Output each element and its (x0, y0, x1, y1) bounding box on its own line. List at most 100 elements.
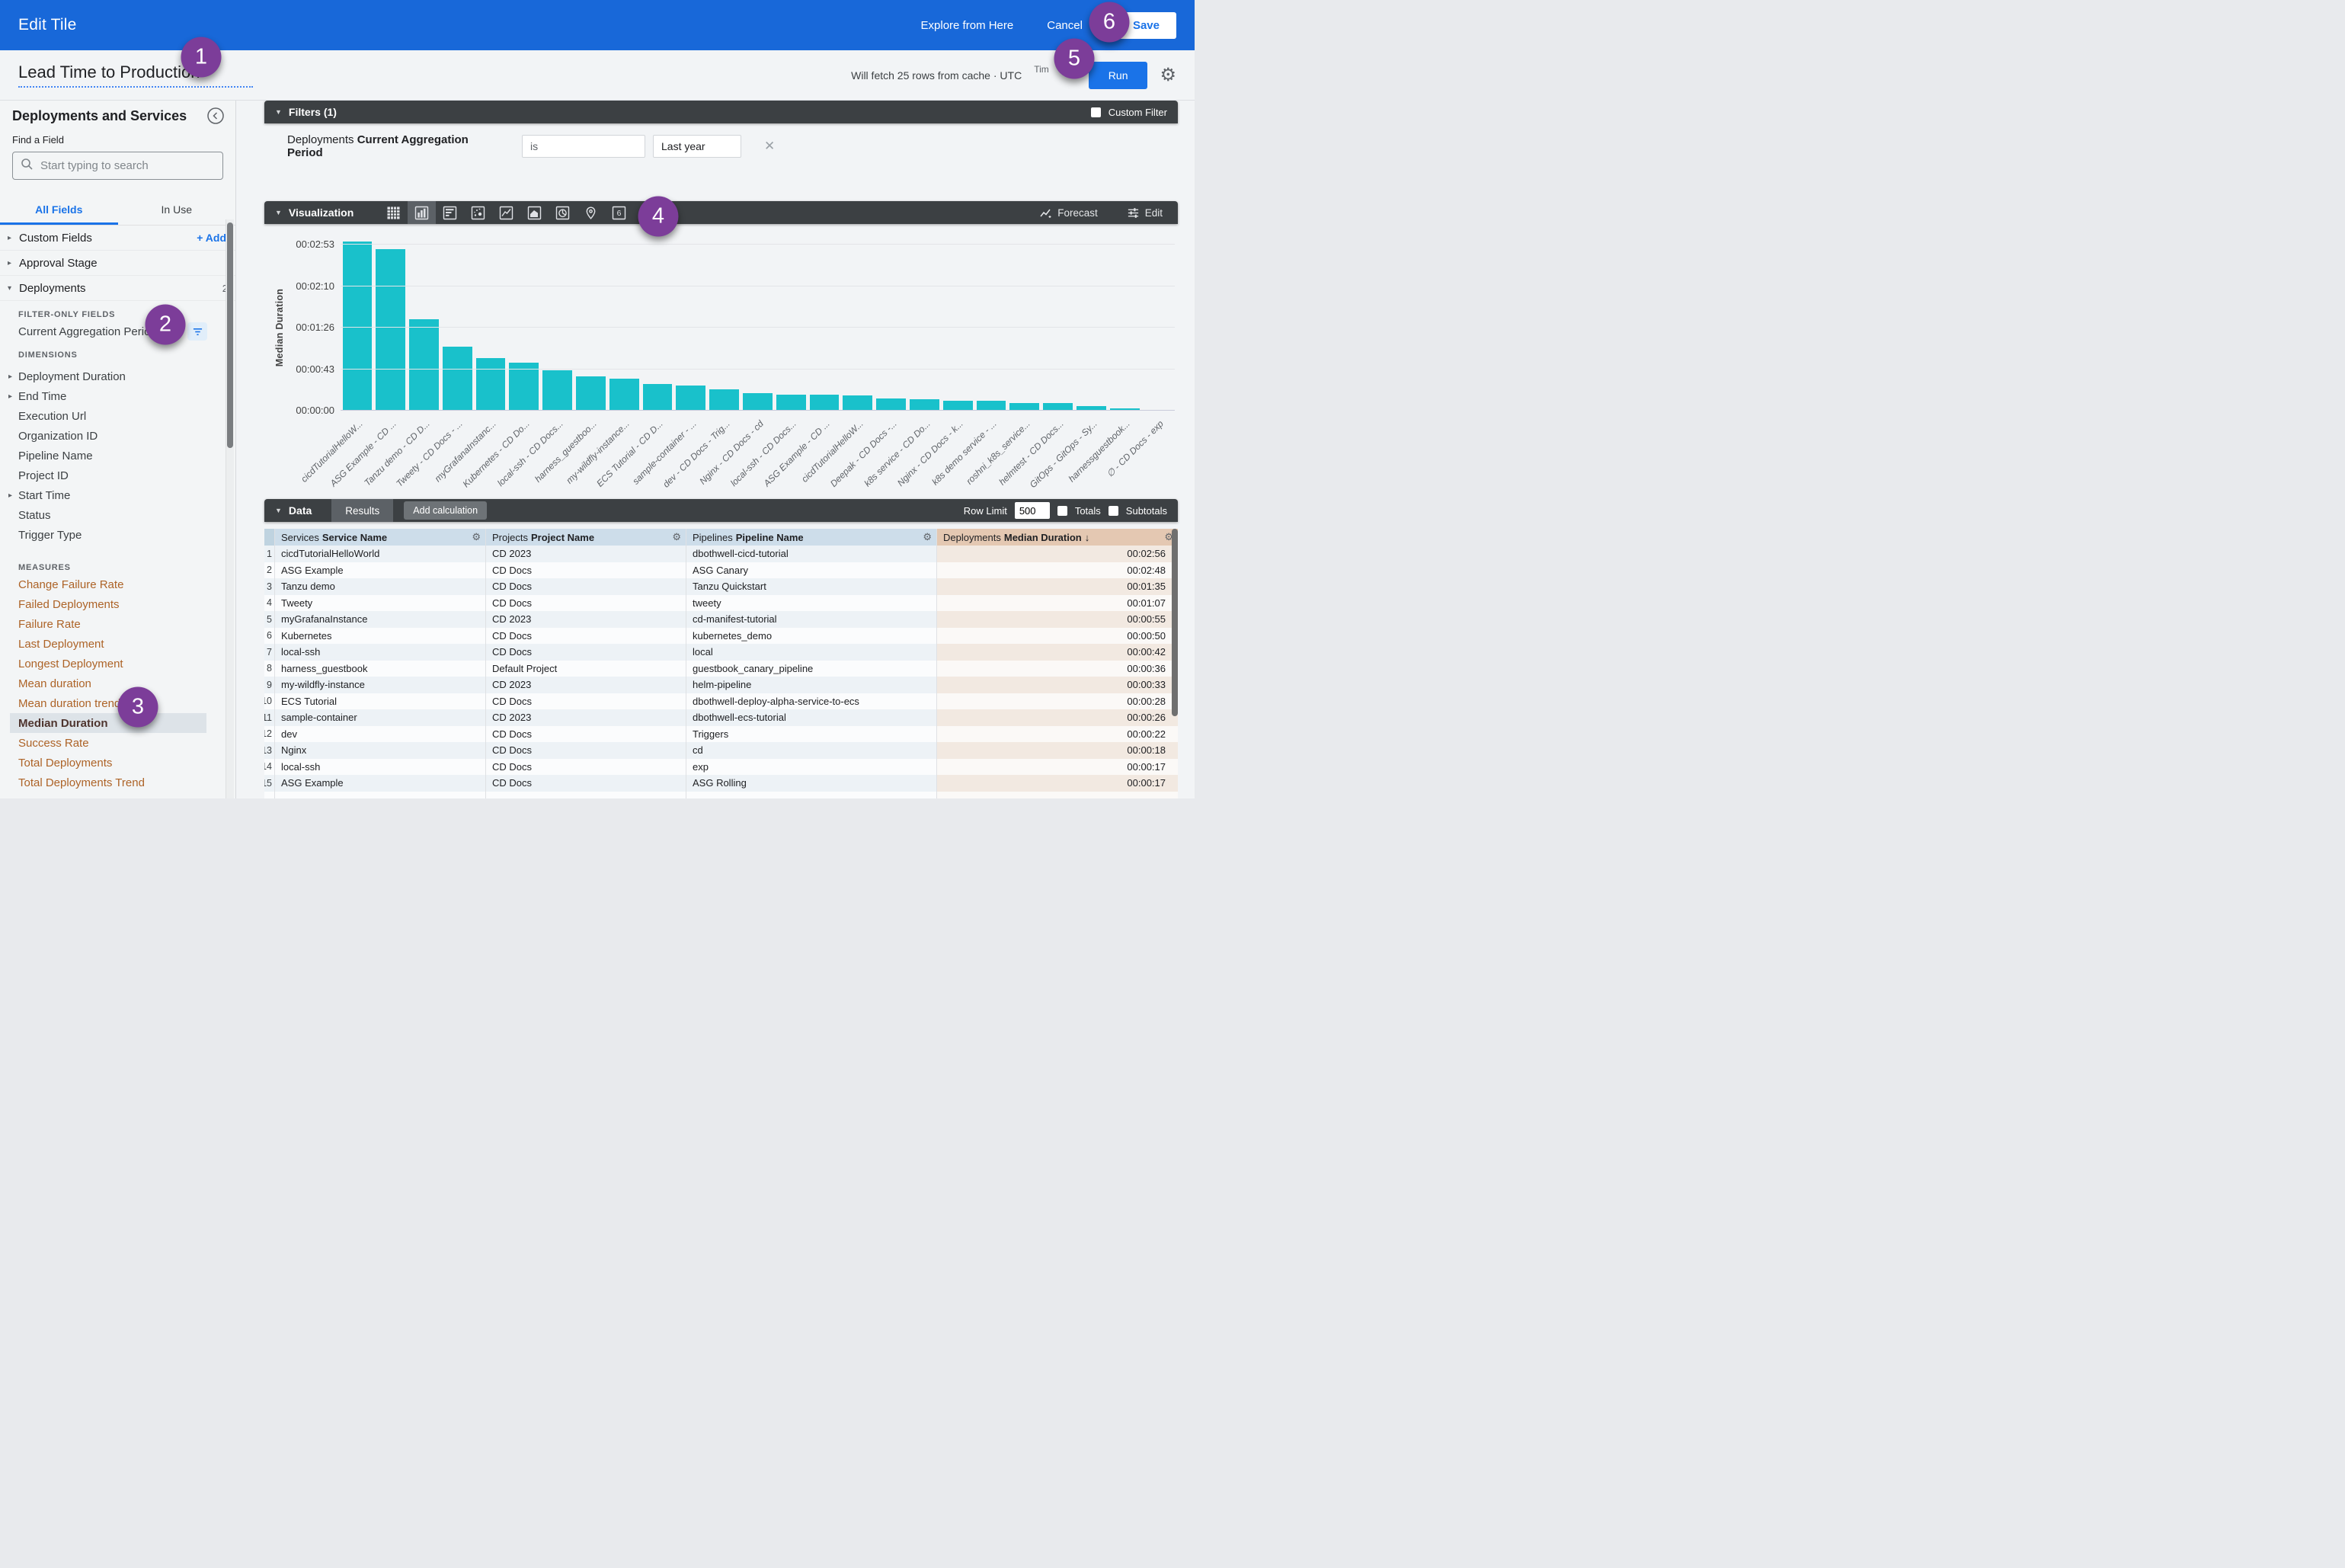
column-header-project-name[interactable]: ProjectsProject Name⚙ (486, 529, 686, 546)
bar-series-point[interactable] (776, 395, 806, 411)
sidebar-measure-failure-rate[interactable]: Failure Rate (0, 614, 235, 634)
cell-pipeline-name[interactable]: cd (686, 742, 937, 759)
sidebar-group-deployments[interactable]: ▾Deployments2 (0, 276, 235, 301)
bar-series-point[interactable] (542, 370, 572, 411)
column-gear-icon[interactable]: ⚙ (923, 531, 936, 543)
sidebar-measure-change-failure-rate[interactable]: Change Failure Rate (0, 574, 235, 594)
forecast-button[interactable]: Forecast (1039, 206, 1098, 219)
cell-pipeline-name[interactable]: local (686, 644, 937, 661)
bar-series-point[interactable] (509, 363, 539, 411)
cell-pipeline-name[interactable]: tweety (686, 595, 937, 612)
cell-median-duration[interactable]: 00:01:07 (937, 595, 1178, 612)
sidebar-dimension-status[interactable]: Status (0, 505, 235, 525)
cell-service-name[interactable]: Tweety (275, 595, 486, 612)
bar-series-point[interactable] (676, 386, 705, 411)
subtotals-checkbox[interactable] (1109, 506, 1118, 516)
cancel-link[interactable]: Cancel (1047, 19, 1083, 32)
cell-project-name[interactable]: CD Docs (486, 595, 686, 612)
cell-pipeline-name[interactable]: dbothwell-deploy-alpha-service-to-ecs (686, 693, 937, 710)
bar-series-point[interactable] (476, 358, 506, 411)
sidebar-measure-total-deployments-trend[interactable]: Total Deployments Trend (0, 773, 235, 792)
bar-series-point[interactable] (409, 319, 439, 411)
sidebar-group-custom-fields[interactable]: ▸Custom Fields+ Add (0, 226, 235, 251)
cell-service-name[interactable]: Kubernetes (275, 628, 486, 645)
column-header-median-duration[interactable]: DeploymentsMedian Duration↓⚙ (937, 529, 1178, 546)
cell-service-name[interactable]: sample-container (275, 709, 486, 726)
bar-series-point[interactable] (376, 249, 405, 411)
collapse-visualization-icon[interactable]: ▼ (275, 209, 282, 216)
cell-median-duration[interactable]: 00:00:18 (937, 742, 1178, 759)
cell-pipeline-name[interactable]: ASG Rolling (686, 775, 937, 792)
field-search-box[interactable] (12, 152, 223, 180)
sidebar-group-approval-stage[interactable]: ▸Approval Stage (0, 251, 235, 276)
bar-series-point[interactable] (910, 399, 939, 411)
cell-project-name[interactable]: CD Docs (486, 726, 686, 743)
totals-checkbox[interactable] (1057, 506, 1067, 516)
sidebar-dimension-execution-url[interactable]: Execution Url (0, 406, 235, 426)
field-search-input[interactable] (40, 159, 215, 172)
sidebar-dimension-trigger-type[interactable]: Trigger Type (0, 525, 235, 545)
sidebar-measure-longest-deployment[interactable]: Longest Deployment (0, 654, 235, 674)
filter-field-button[interactable] (187, 322, 207, 341)
bar-series-point[interactable] (843, 395, 872, 411)
cell-median-duration[interactable]: 00:00:28 (937, 693, 1178, 710)
tab-all-fields[interactable]: All Fields (0, 195, 118, 225)
cell-median-duration[interactable]: 00:02:56 (937, 546, 1178, 562)
cell-median-duration[interactable]: 00:00:26 (937, 709, 1178, 726)
sidebar-dimension-start-time[interactable]: ▸Start Time (0, 485, 235, 505)
row-limit-input[interactable] (1015, 502, 1050, 519)
cell-project-name[interactable]: CD Docs (486, 628, 686, 645)
cell-pipeline-name[interactable]: ASG Canary (686, 562, 937, 579)
cell-median-duration[interactable]: 00:00:55 (937, 611, 1178, 628)
add-calculation-button[interactable]: Add calculation (404, 501, 487, 520)
sidebar-scrollbar[interactable] (226, 219, 234, 798)
cell-median-duration[interactable]: 00:01:35 (937, 578, 1178, 595)
cell-median-duration[interactable]: 00:00:50 (937, 628, 1178, 645)
cell-service-name[interactable]: local-ssh (275, 759, 486, 776)
sidebar-measure-median-duration[interactable]: Median Duration (10, 713, 206, 733)
bar-series-point[interactable] (743, 393, 773, 411)
chart-type-line-chart-icon[interactable] (492, 201, 520, 224)
filter-value-input[interactable]: Last year (653, 135, 741, 158)
add-custom-field-button[interactable]: + Add (197, 232, 229, 244)
cell-project-name[interactable]: CD Docs (486, 693, 686, 710)
cell-pipeline-name[interactable]: exp (686, 759, 937, 776)
bar-series-point[interactable] (609, 379, 639, 411)
bar-series-point[interactable] (576, 376, 606, 411)
cell-pipeline-name[interactable]: dbothwell-cicd-tutorial (686, 546, 937, 562)
results-tab[interactable]: Results (331, 499, 393, 522)
column-gear-icon[interactable]: ⚙ (672, 531, 686, 543)
column-header-pipeline-name[interactable]: PipelinesPipeline Name⚙ (686, 529, 937, 546)
bar-series-point[interactable] (810, 395, 840, 411)
remove-filter-icon[interactable]: ✕ (764, 139, 775, 154)
sidebar-dimension-end-time[interactable]: ▸End Time (0, 386, 235, 406)
sidebar-dimension-deployment-duration[interactable]: ▸Deployment Duration (0, 366, 235, 386)
cell-service-name[interactable]: my-wildfly-instance (275, 677, 486, 693)
cell-project-name[interactable]: CD 2023 (486, 677, 686, 693)
cell-median-duration[interactable]: 00:00:33 (937, 677, 1178, 693)
cell-median-duration[interactable]: 00:00:42 (937, 644, 1178, 661)
cell-median-duration[interactable]: 00:00:36 (937, 661, 1178, 677)
sidebar-measure-failed-deployments[interactable]: Failed Deployments (0, 594, 235, 614)
cell-service-name[interactable]: cicdTutorialHelloWorld (275, 546, 486, 562)
cell-project-name[interactable]: CD 2023 (486, 611, 686, 628)
cell-project-name[interactable]: CD 2023 (486, 546, 686, 562)
run-button[interactable]: Run (1089, 62, 1148, 89)
sidebar-dimension-project-id[interactable]: Project ID (0, 466, 235, 485)
explore-from-here-link[interactable]: Explore from Here (921, 19, 1014, 32)
chart-type-bar-chart-icon[interactable] (436, 201, 464, 224)
cell-pipeline-name[interactable]: Triggers (686, 726, 937, 743)
cell-project-name[interactable]: CD Docs (486, 578, 686, 595)
bar-series-point[interactable] (876, 398, 906, 411)
cell-median-duration[interactable]: 00:02:48 (937, 562, 1178, 579)
chart-type-single-value-icon[interactable]: 6 (605, 201, 633, 224)
cell-service-name[interactable]: harness_guestbook (275, 661, 486, 677)
cell-pipeline-name[interactable]: guestbook_canary_pipeline (686, 661, 937, 677)
sidebar-dimension-pipeline-name[interactable]: Pipeline Name (0, 446, 235, 466)
collapse-data-icon[interactable]: ▼ (275, 507, 282, 514)
cell-project-name[interactable]: CD Docs (486, 742, 686, 759)
table-scrollbar[interactable] (1172, 529, 1178, 798)
cell-service-name[interactable]: ASG Example (275, 775, 486, 792)
cell-project-name[interactable]: CD Docs (486, 775, 686, 792)
table-scrollbar-thumb[interactable] (1172, 529, 1178, 716)
